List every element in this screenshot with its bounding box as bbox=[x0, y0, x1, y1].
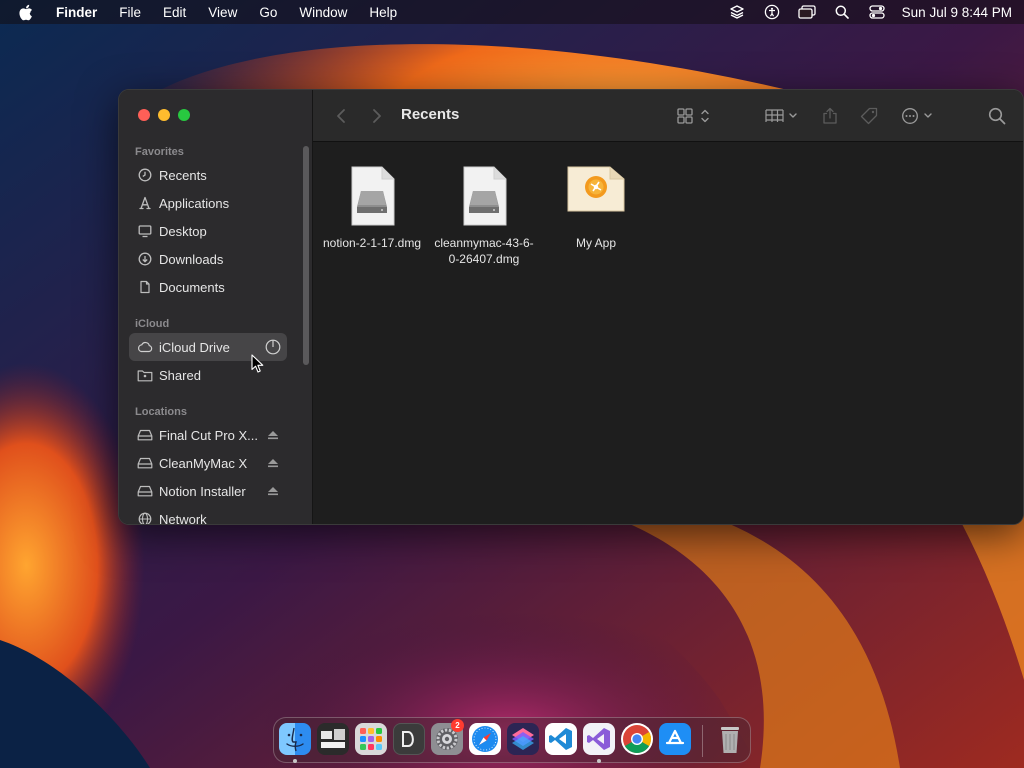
menu-app-name[interactable]: Finder bbox=[56, 5, 97, 20]
eject-icon[interactable] bbox=[265, 483, 281, 499]
finder-sidebar: Favorites Recents Applications Desktop D… bbox=[119, 90, 313, 524]
mouse-cursor-icon bbox=[251, 354, 265, 374]
running-indicator bbox=[597, 759, 601, 763]
dock: 2 bbox=[273, 717, 751, 763]
dropbox-icon[interactable] bbox=[728, 4, 746, 20]
menu-go[interactable]: Go bbox=[259, 5, 277, 20]
sidebar-item-desktop[interactable]: Desktop bbox=[129, 217, 287, 245]
clock-icon bbox=[137, 167, 153, 183]
menu-window[interactable]: Window bbox=[299, 5, 347, 20]
sidebar-item-label: Shared bbox=[159, 367, 201, 383]
sidebar-item-applications[interactable]: Applications bbox=[129, 189, 287, 217]
file-item-cleanmymac-dmg[interactable]: cleanmymac-43-6-0-26407.dmg bbox=[430, 165, 538, 267]
group-by-button[interactable] bbox=[765, 106, 801, 126]
terminal-desktop-icon[interactable] bbox=[317, 723, 349, 755]
sidebar-item-network[interactable]: Network bbox=[129, 505, 287, 525]
menu-bar-clock[interactable]: Sun Jul 9 8:44 PM bbox=[902, 5, 1012, 20]
spotlight-search-icon[interactable] bbox=[833, 4, 851, 20]
running-indicator bbox=[293, 759, 297, 763]
globe-icon bbox=[137, 511, 153, 524]
applications-icon bbox=[137, 195, 153, 211]
shortcuts-icon[interactable] bbox=[507, 723, 539, 755]
menu-bar: Finder File Edit View Go Window Help Sun… bbox=[0, 0, 1024, 24]
sidebar-item-label: iCloud Drive bbox=[159, 339, 230, 355]
disk-icon bbox=[137, 455, 153, 471]
file-item-notion-dmg[interactable]: notion-2-1-17.dmg bbox=[318, 165, 426, 251]
close-window-button[interactable] bbox=[138, 109, 150, 121]
finder-icon[interactable] bbox=[279, 723, 311, 755]
sidebar-section-icloud: iCloud bbox=[135, 318, 170, 330]
menu-help[interactable]: Help bbox=[369, 5, 397, 20]
sidebar-section-locations: Locations bbox=[135, 406, 187, 418]
eject-icon[interactable] bbox=[265, 455, 281, 471]
window-title: Recents bbox=[401, 106, 460, 123]
file-browser-content[interactable]: notion-2-1-17.dmg cleanmymac-43-6-0-2640… bbox=[313, 143, 1023, 524]
notification-badge: 2 bbox=[451, 719, 464, 732]
sidebar-item-label: Desktop bbox=[159, 223, 207, 239]
sidebar-item-recents[interactable]: Recents bbox=[129, 161, 287, 189]
dictionary-icon[interactable] bbox=[393, 723, 425, 755]
trash-icon[interactable] bbox=[714, 723, 746, 755]
sidebar-item-label: Recents bbox=[159, 167, 207, 183]
menu-edit[interactable]: Edit bbox=[163, 5, 186, 20]
safari-icon[interactable] bbox=[469, 723, 501, 755]
disk-icon bbox=[137, 427, 153, 443]
control-center-icon[interactable] bbox=[868, 4, 886, 20]
dock-separator bbox=[702, 725, 703, 757]
progress-icon[interactable] bbox=[265, 339, 281, 355]
sidebar-item-documents[interactable]: Documents bbox=[129, 273, 287, 301]
finder-toolbar: Recents bbox=[313, 90, 1023, 142]
sidebar-section-favorites: Favorites bbox=[135, 146, 184, 158]
sidebar-item-notion-installer[interactable]: Notion Installer bbox=[129, 477, 287, 505]
minimize-window-button[interactable] bbox=[158, 109, 170, 121]
app-store-icon[interactable] bbox=[659, 723, 691, 755]
chrome-icon[interactable] bbox=[621, 723, 653, 755]
menu-file[interactable]: File bbox=[119, 5, 141, 20]
file-name: cleanmymac-43-6-0-26407.dmg bbox=[434, 236, 534, 266]
search-icon[interactable] bbox=[987, 106, 1007, 126]
sidebar-item-final-cut-pro[interactable]: Final Cut Pro X... bbox=[129, 421, 287, 449]
launchpad-icon[interactable] bbox=[355, 723, 387, 755]
file-item-my-app[interactable]: My App bbox=[542, 165, 650, 251]
sidebar-item-label: CleanMyMac X bbox=[159, 455, 248, 471]
icon-view-button[interactable] bbox=[677, 106, 713, 126]
visual-studio-icon[interactable] bbox=[583, 723, 615, 755]
back-button[interactable] bbox=[333, 106, 349, 126]
sidebar-item-label: Network bbox=[159, 511, 207, 525]
disk-image-icon bbox=[318, 165, 426, 227]
sidebar-item-label: Notion Installer bbox=[159, 483, 246, 499]
sidebar-item-label: Documents bbox=[159, 279, 225, 295]
window-controls bbox=[138, 109, 198, 121]
sidebar-item-downloads[interactable]: Downloads bbox=[129, 245, 287, 273]
share-button[interactable] bbox=[821, 106, 839, 126]
sidebar-scrollbar[interactable] bbox=[303, 146, 309, 365]
zoom-window-button[interactable] bbox=[178, 109, 190, 121]
file-name: notion-2-1-17.dmg bbox=[322, 236, 422, 250]
eject-icon[interactable] bbox=[265, 427, 281, 443]
disk-icon bbox=[137, 483, 153, 499]
more-actions-button[interactable] bbox=[901, 106, 937, 126]
screen-mirroring-icon[interactable] bbox=[798, 4, 816, 20]
file-name: My App bbox=[575, 236, 617, 250]
cloud-icon bbox=[137, 339, 153, 355]
tag-icon[interactable] bbox=[859, 106, 879, 126]
menu-view[interactable]: View bbox=[208, 5, 237, 20]
document-icon bbox=[137, 279, 153, 295]
forward-button[interactable] bbox=[369, 106, 385, 126]
vscode-icon[interactable] bbox=[545, 723, 577, 755]
app-document-icon bbox=[542, 165, 650, 227]
accessibility-icon[interactable] bbox=[763, 4, 781, 20]
download-icon bbox=[137, 251, 153, 267]
apple-menu-icon[interactable] bbox=[18, 3, 34, 21]
shared-folder-icon bbox=[137, 367, 153, 383]
sidebar-item-label: Downloads bbox=[159, 251, 224, 267]
sidebar-item-label: Applications bbox=[159, 195, 230, 211]
desktop-icon bbox=[137, 223, 153, 239]
disk-image-icon bbox=[430, 165, 538, 227]
sidebar-item-label: Final Cut Pro X... bbox=[159, 427, 258, 443]
finder-window: Favorites Recents Applications Desktop D… bbox=[118, 89, 1024, 525]
sidebar-item-cleanmymac[interactable]: CleanMyMac X bbox=[129, 449, 287, 477]
